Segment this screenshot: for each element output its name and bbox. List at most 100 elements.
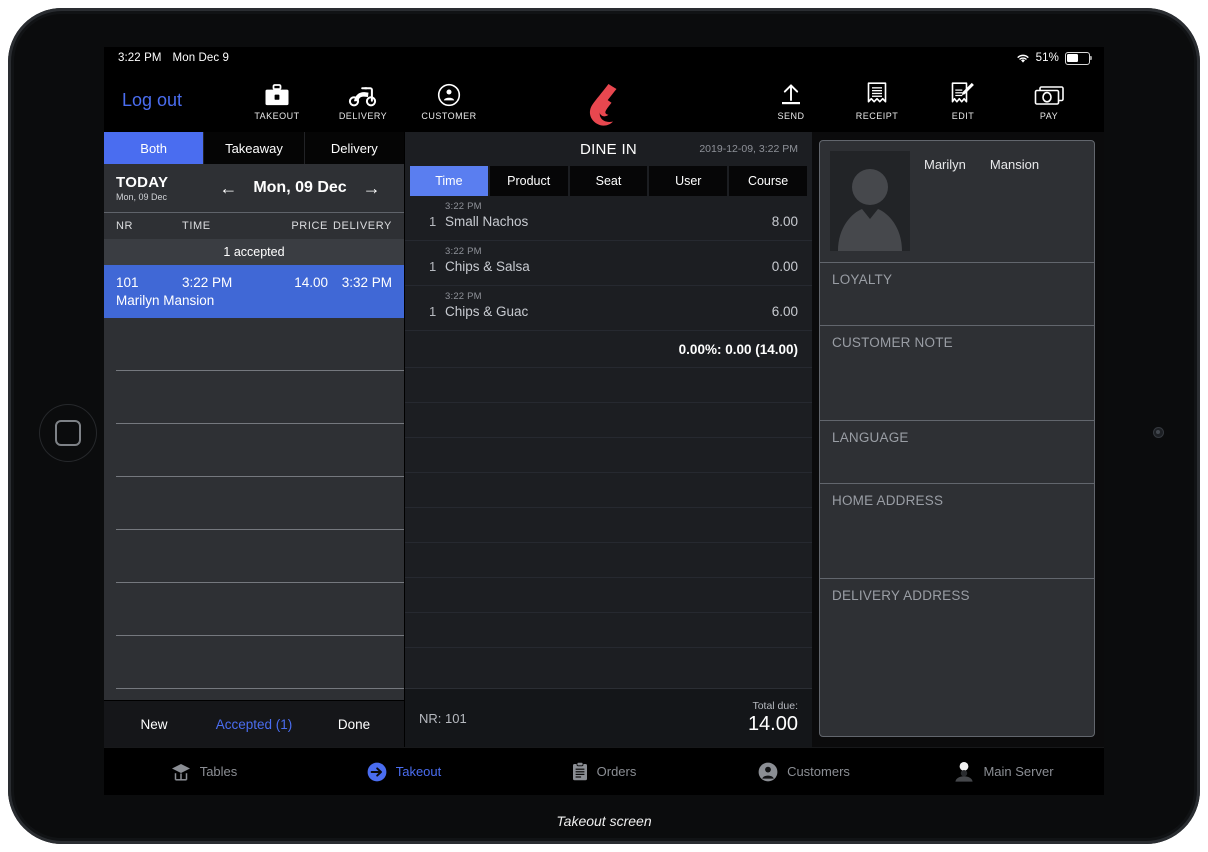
order-type-segmented-control: Both Takeaway Delivery: [104, 132, 404, 164]
order-discount-line: 0.00%: 0.00 (14.00): [405, 331, 812, 368]
tab-product[interactable]: Product: [489, 166, 568, 196]
date-navigation-bar: TODAY Mon, 09 Dec ← Mon, 09 Dec →: [104, 164, 404, 213]
toolbar-delivery-button[interactable]: DELIVERY: [320, 81, 406, 121]
total-due-label: Total due:: [752, 700, 798, 712]
order-item-qty: 1: [429, 214, 437, 229]
customer-field-home-address-label: HOME ADDRESS: [832, 493, 944, 508]
customer-right-panel: Marilyn Mansion LOYALTY CUSTOMER NOTE LA…: [812, 132, 1104, 747]
logout-button[interactable]: Log out: [104, 90, 234, 111]
tab-main-server[interactable]: Main Server: [904, 761, 1104, 783]
customer-field-home-address[interactable]: HOME ADDRESS: [820, 484, 1094, 579]
order-row-top: 101 3:22 PM 14.00 3:32 PM: [116, 275, 392, 290]
figure-caption: Takeout screen: [556, 813, 652, 829]
toolbar-delivery-label: DELIVERY: [338, 110, 388, 121]
toolbar-receipt-label: RECEIPT: [855, 110, 899, 121]
home-button[interactable]: [39, 404, 97, 462]
order-item-row[interactable]: 1 3:22 PM Small Nachos 8.00: [405, 196, 812, 241]
date-stepper: ← Mon, 09 Dec →: [208, 179, 392, 197]
status-date: Mon Dec 9: [172, 52, 230, 64]
list-item-empty: [104, 371, 404, 424]
toolbar-pay-button[interactable]: PAY: [1006, 81, 1092, 121]
tab-tables[interactable]: Tables: [104, 763, 304, 781]
segment-delivery[interactable]: Delivery: [304, 132, 404, 164]
segment-both[interactable]: Both: [104, 132, 205, 164]
orders-list[interactable]: 101 3:22 PM 14.00 3:32 PM Marilyn Mansio…: [104, 265, 404, 700]
order-number-label: NR: 101: [419, 710, 467, 726]
order-item-name: Chips & Guac: [445, 304, 529, 319]
edit-receipt-icon: [951, 81, 975, 107]
tab-main-server-label: Main Server: [983, 764, 1054, 779]
tab-seat[interactable]: Seat: [569, 166, 648, 196]
order-items-blank-row: [405, 403, 812, 438]
order-time: 3:22 PM: [182, 275, 233, 290]
customer-card: Marilyn Mansion LOYALTY CUSTOMER NOTE LA…: [819, 140, 1095, 737]
order-item-info: 3:22 PM Small Nachos: [445, 201, 772, 229]
main-body: Both Takeaway Delivery TODAY Mon, 09 Dec…: [104, 132, 1104, 747]
tab-customers[interactable]: Customers: [704, 762, 904, 782]
toolbar-send-label: SEND: [777, 110, 805, 121]
customer-first-name: Marilyn: [924, 157, 966, 172]
total-due-value: 14.00: [747, 713, 798, 735]
toolbar-edit-button[interactable]: EDIT: [920, 81, 1006, 121]
tab-orders[interactable]: Orders: [504, 762, 704, 781]
tables-icon: [171, 763, 191, 781]
order-item-info: 3:22 PM Chips & Guac: [445, 291, 772, 319]
order-detail-footer: NR: 101 Total due: 14.00: [405, 688, 812, 747]
tab-takeout[interactable]: Takeout: [304, 762, 504, 782]
order-item-qty: 1: [429, 259, 437, 274]
toolbar-receipt-button[interactable]: RECEIPT: [834, 81, 920, 121]
clipboard-icon: [572, 762, 588, 781]
arrow-left-icon[interactable]: ←: [219, 179, 237, 197]
orders-column-headers: NR TIME PRICE DELIVERY: [104, 213, 404, 239]
table-row[interactable]: 101 3:22 PM 14.00 3:32 PM Marilyn Mansio…: [104, 265, 404, 318]
today-button[interactable]: TODAY Mon, 09 Dec: [116, 174, 208, 202]
order-delivery: 3:32 PM: [341, 275, 392, 290]
order-items-blank-row: [405, 473, 812, 508]
tab-course[interactable]: Course: [729, 166, 807, 196]
send-up-arrow-icon: [779, 81, 803, 107]
customer-field-language[interactable]: LANGUAGE: [820, 421, 1094, 484]
person-placeholder-icon: [838, 169, 902, 251]
wifi-icon: [1016, 53, 1030, 64]
footer-tab-done[interactable]: Done: [304, 717, 404, 732]
footer-tab-accepted[interactable]: Accepted (1): [204, 717, 304, 732]
order-price: 14.00: [294, 275, 328, 290]
receipt-icon: [867, 81, 887, 107]
order-timestamp: 2019-12-09, 3:22 PM: [699, 143, 798, 155]
order-item-qty: 1: [429, 304, 437, 319]
tab-time[interactable]: Time: [410, 166, 488, 196]
toolbar-edit-label: EDIT: [951, 110, 975, 121]
briefcase-icon: [264, 81, 290, 107]
order-items-list[interactable]: 1 3:22 PM Small Nachos 8.00 1 3:22 PM Ch…: [405, 196, 812, 688]
customer-field-delivery-address[interactable]: DELIVERY ADDRESS: [820, 579, 1094, 736]
server-icon: [954, 761, 974, 783]
customer-field-delivery-address-label: DELIVERY ADDRESS: [832, 588, 970, 603]
orders-left-panel: Both Takeaway Delivery TODAY Mon, 09 Dec…: [104, 132, 405, 747]
tab-orders-label: Orders: [596, 764, 637, 779]
toolbar-customer-button[interactable]: CUSTOMER: [406, 81, 492, 121]
tab-user[interactable]: User: [649, 166, 728, 196]
order-item-amount: 0.00: [771, 259, 798, 274]
customer-field-loyalty[interactable]: LOYALTY: [820, 263, 1094, 326]
toolbar-takeout-button[interactable]: TAKEOUT: [234, 81, 320, 121]
home-button-square-icon: [55, 420, 81, 446]
order-item-name: Chips & Salsa: [445, 259, 530, 274]
order-detail-header: DINE IN 2019-12-09, 3:22 PM: [405, 132, 812, 166]
footer-tab-new[interactable]: New: [104, 717, 204, 732]
list-item-empty: [104, 424, 404, 477]
customer-circle-icon: [437, 81, 461, 107]
order-item-amount: 6.00: [771, 304, 798, 319]
customer-field-note[interactable]: CUSTOMER NOTE: [820, 326, 1094, 421]
segment-takeaway[interactable]: Takeaway: [204, 132, 305, 164]
order-items-blank-row: [405, 543, 812, 578]
ipad-screen: 3:22 PM Mon Dec 9 51% Log out TAKEOUT DE…: [104, 47, 1104, 795]
toolbar-send-button[interactable]: SEND: [748, 81, 834, 121]
customer-identity-block: Marilyn Mansion: [820, 141, 1094, 263]
order-item-row[interactable]: 1 3:22 PM Chips & Salsa 0.00: [405, 241, 812, 286]
lightspeed-logo-icon: [584, 83, 624, 127]
arrow-right-icon[interactable]: →: [363, 179, 381, 197]
scooter-icon: [348, 81, 378, 107]
order-items-blank-row: [405, 613, 812, 648]
cash-icon: [1034, 81, 1064, 107]
order-item-row[interactable]: 1 3:22 PM Chips & Guac 6.00: [405, 286, 812, 331]
